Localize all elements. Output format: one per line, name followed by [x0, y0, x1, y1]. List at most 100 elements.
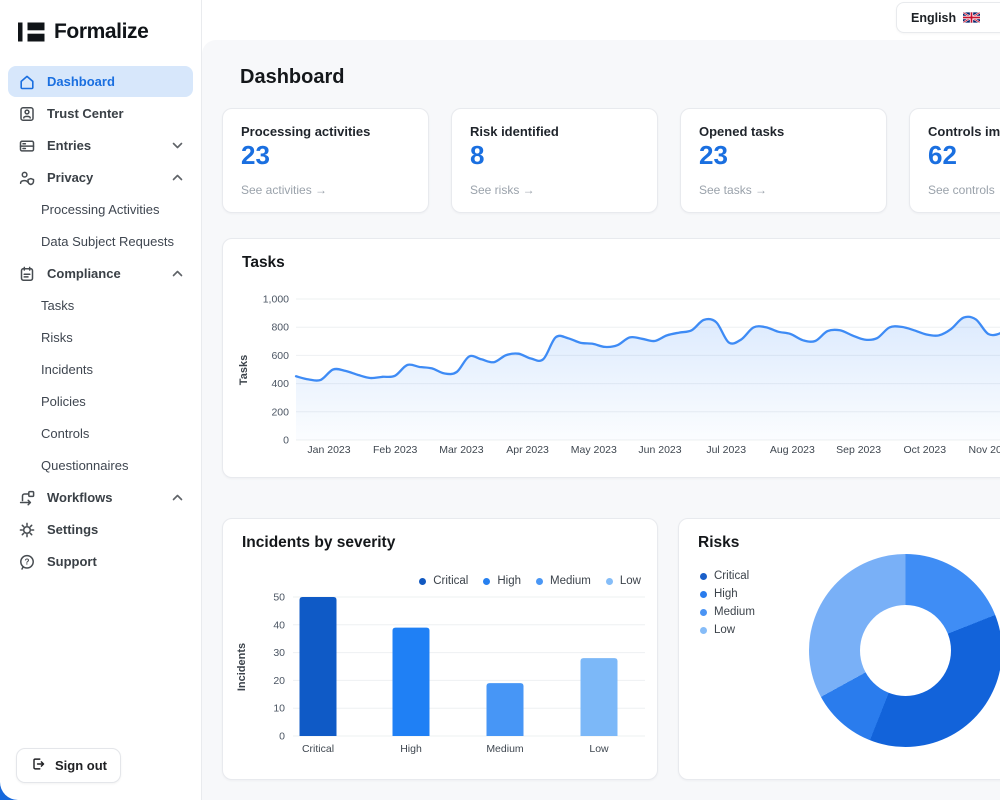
page-title: Dashboard [240, 66, 344, 89]
svg-text:50: 50 [273, 592, 285, 604]
svg-text:Tasks: Tasks [238, 355, 250, 385]
sidebar-subitem-questionnaires[interactable]: Questionnaires [8, 450, 193, 481]
incidents-legend: Critical High Medium Low [419, 575, 641, 587]
stat-card-link[interactable]: See activities → [241, 183, 410, 197]
sidebar-item-dashboard[interactable]: Dashboard [8, 66, 193, 97]
chevron-up-icon [172, 494, 183, 501]
legend-label: Medium [550, 575, 591, 587]
home-icon [18, 73, 36, 91]
legend-label: Low [714, 624, 735, 636]
language-selector[interactable]: English [896, 2, 1000, 33]
svg-text:30: 30 [273, 647, 285, 659]
svg-text:Mar 2023: Mar 2023 [439, 444, 484, 456]
sidebar-subitem-policies[interactable]: Policies [8, 386, 193, 417]
sidebar-item-compliance[interactable]: Compliance [8, 258, 193, 289]
sidebar-item-label: Compliance [47, 266, 121, 281]
legend-dot-icon [483, 578, 490, 585]
legend-item-medium[interactable]: Medium [536, 575, 591, 587]
sidebar-item-label: Workflows [47, 490, 113, 505]
sidebar-item-support[interactable]: ? Support [8, 546, 193, 577]
svg-text:Nov 2023: Nov 2023 [969, 444, 1000, 456]
help-icon: ? [18, 553, 36, 571]
svg-text:800: 800 [271, 322, 289, 334]
svg-text:Medium: Medium [486, 743, 524, 755]
svg-text:Aug 2023: Aug 2023 [770, 444, 815, 456]
legend-item-critical[interactable]: Critical [419, 575, 468, 587]
legend-label: Critical [433, 575, 468, 587]
sidebar-subitem-tasks[interactable]: Tasks [8, 290, 193, 321]
legend-dot-icon [606, 578, 613, 585]
svg-text:High: High [400, 743, 422, 755]
sidebar-item-settings[interactable]: Settings [8, 514, 193, 545]
sidebar-item-privacy[interactable]: Privacy [8, 162, 193, 193]
svg-text:Jun 2023: Jun 2023 [638, 444, 681, 456]
svg-text:40: 40 [273, 619, 285, 631]
svg-text:400: 400 [271, 378, 289, 390]
stat-card-title: Risk identified [470, 124, 639, 139]
sidebar-subitem-controls[interactable]: Controls [8, 418, 193, 449]
legend-item-high[interactable]: High [483, 575, 521, 587]
stat-card-link[interactable]: See risks → [470, 183, 639, 197]
stat-card-link[interactable]: See tasks → [699, 183, 868, 197]
sidebar-item-label: Privacy [47, 170, 93, 185]
sign-out-button[interactable]: Sign out [16, 748, 121, 783]
legend-dot-icon [536, 578, 543, 585]
svg-text:?: ? [24, 557, 29, 566]
sidebar-item-entries[interactable]: Entries [8, 130, 193, 161]
svg-text:0: 0 [279, 731, 285, 743]
legend-dot-icon [700, 573, 707, 580]
chevron-up-icon [172, 174, 183, 181]
stat-card-link[interactable]: See controls → [928, 183, 1000, 197]
chevron-down-icon [172, 142, 183, 149]
svg-text:Sep 2023: Sep 2023 [836, 444, 881, 456]
logout-icon [30, 756, 46, 775]
sidebar-subitem-data-subject-requests[interactable]: Data Subject Requests [8, 226, 193, 257]
legend-dot-icon [700, 609, 707, 616]
svg-text:200: 200 [271, 406, 289, 418]
stat-card-risk-identified: Risk identified8See risks → [451, 108, 658, 213]
workflow-icon [18, 489, 36, 507]
tasks-chart-title: Tasks [242, 254, 285, 272]
stat-card-value: 23 [241, 140, 410, 171]
logo[interactable]: Formalize [0, 14, 201, 50]
sidebar-nav: Dashboard Trust CenterEntries Privacy Proce… [0, 66, 201, 577]
incidents-chart-card: Incidents by severity CriticalHighMedium… [222, 518, 658, 780]
legend-item-medium[interactable]: Medium [700, 606, 755, 618]
svg-text:Jul 2023: Jul 2023 [706, 444, 746, 456]
rows-icon [18, 137, 36, 155]
legend-label: High [497, 575, 521, 587]
sidebar-subitem-processing-activities[interactable]: Processing Activities [8, 194, 193, 225]
sidebar-item-label: Dashboard [47, 74, 115, 89]
stat-card-value: 62 [928, 140, 1000, 171]
stat-card-row: Processing activities23See activities →R… [222, 108, 1000, 213]
legend-item-high[interactable]: High [700, 588, 755, 600]
svg-text:Low: Low [589, 743, 609, 755]
svg-text:May 2023: May 2023 [571, 444, 617, 456]
badge-icon [18, 105, 36, 123]
legend-label: Low [620, 575, 641, 587]
tasks-line-chart: 02004006008001,000Jan 2023Feb 2023Mar 20… [223, 285, 1000, 475]
svg-text:10: 10 [273, 703, 285, 715]
stat-card-processing-activities: Processing activities23See activities → [222, 108, 429, 213]
risks-donut-chart [809, 554, 1000, 747]
sidebar-subitem-incidents[interactable]: Incidents [8, 354, 193, 385]
stat-card-value: 23 [699, 140, 868, 171]
legend-item-low[interactable]: Low [606, 575, 641, 587]
sidebar-subitem-risks[interactable]: Risks [8, 322, 193, 353]
sidebar-item-workflows[interactable]: Workflows [8, 482, 193, 513]
user-shield-icon [18, 169, 36, 187]
stat-card-opened-tasks: Opened tasks23See tasks → [680, 108, 887, 213]
formalize-logo-icon [18, 20, 45, 44]
sidebar-item-label: Support [47, 554, 97, 569]
tasks-chart-card: Tasks 02004006008001,000Jan 2023Feb 2023… [222, 238, 1000, 478]
top-bar: English [202, 0, 1000, 40]
main-content: Dashboard Processing activities23See act… [202, 40, 1000, 800]
clipboard-icon [18, 265, 36, 283]
chevron-up-icon [172, 270, 183, 277]
uk-flag-icon [963, 12, 980, 23]
svg-text:600: 600 [271, 350, 289, 362]
legend-item-critical[interactable]: Critical [700, 570, 755, 582]
stat-card-title: Controls implemented [928, 124, 1000, 139]
sidebar-item-trust-center[interactable]: Trust Center [8, 98, 193, 129]
legend-item-low[interactable]: Low [700, 624, 755, 636]
